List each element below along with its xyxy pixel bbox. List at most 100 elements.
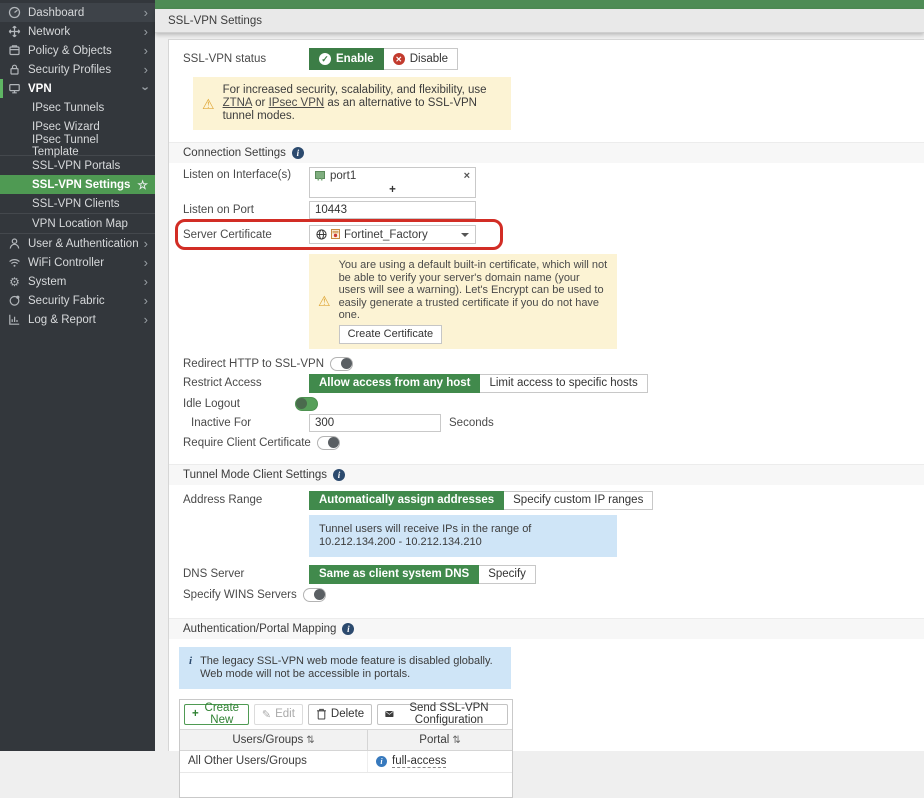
sidebar-item-vpn[interactable]: VPN › xyxy=(0,79,155,98)
envelope-icon xyxy=(385,710,394,718)
fortigate-app: Dashboard › Network › Policy & Objects ›… xyxy=(0,0,924,798)
portal-mapping-header: Authentication/Portal Mapping i xyxy=(169,617,924,639)
listen-port-label: Listen on Port xyxy=(183,204,254,216)
enable-button[interactable]: ✓ Enable xyxy=(309,48,384,70)
sidebar-item-label: User & Authentication xyxy=(28,237,139,250)
ipsec-vpn-link[interactable]: IPsec VPN xyxy=(269,97,325,109)
sidebar-item-dashboard[interactable]: Dashboard › xyxy=(0,3,155,22)
restrict-access-label: Restrict Access xyxy=(183,377,262,389)
interface-picker: port1 × + xyxy=(309,167,476,198)
chevron-right-icon: › xyxy=(143,5,148,20)
chevron-down-icon: › xyxy=(138,86,154,91)
sidebar-item-policy-objects[interactable]: Policy & Objects › xyxy=(0,41,155,60)
info-icon: i xyxy=(342,622,355,635)
auto-assign-button[interactable]: Automatically assign addresses xyxy=(309,490,505,510)
table-row[interactable]: All Other Users/Groups i full-access xyxy=(180,750,512,773)
table-empty-area xyxy=(180,773,512,797)
sidebar: Dashboard › Network › Policy & Objects ›… xyxy=(0,0,155,751)
sidebar-item-label: VPN xyxy=(28,82,52,95)
edit-button[interactable]: ✎ Edit xyxy=(253,703,303,725)
require-client-cert-toggle[interactable] xyxy=(316,435,340,450)
redirect-http-label: Redirect HTTP to SSL-VPN xyxy=(183,357,325,370)
info-icon: i xyxy=(333,468,346,481)
web-mode-notice-text: The legacy SSL-VPN web mode feature is d… xyxy=(200,654,493,680)
connection-settings-header: Connection Settings i xyxy=(169,142,924,163)
sidebar-item-vpn-location-map[interactable]: VPN Location Map xyxy=(0,214,155,233)
create-certificate-button[interactable]: Create Certificate xyxy=(338,324,443,344)
require-client-cert-row: Require Client Certificate xyxy=(169,435,924,450)
trash-icon xyxy=(316,708,326,720)
sidebar-item-system[interactable]: ⚙ System › xyxy=(0,272,155,291)
sidebar-item-sslvpn-settings[interactable]: SSL-VPN Settings ☆ xyxy=(0,175,155,194)
sidebar-item-sslvpn-portals[interactable]: SSL-VPN Portals xyxy=(0,156,155,175)
sidebar-item-user-authentication[interactable]: User & Authentication › xyxy=(0,234,155,253)
remove-interface-icon[interactable]: × xyxy=(464,170,470,182)
custom-ranges-button[interactable]: Specify custom IP ranges xyxy=(504,490,654,510)
certificate-notice: ⚠ You are using a default built-in certi… xyxy=(309,254,617,349)
portal-link[interactable]: full-access xyxy=(392,755,447,768)
limit-hosts-button[interactable]: Limit access to specific hosts xyxy=(480,373,648,393)
gauge-icon xyxy=(7,6,22,19)
add-interface-button[interactable]: + xyxy=(310,184,475,197)
sidebar-item-network[interactable]: Network › xyxy=(0,22,155,41)
ztna-link[interactable]: ZTNA xyxy=(223,97,252,109)
delete-button[interactable]: Delete xyxy=(307,703,373,725)
sidebar-item-security-profiles[interactable]: Security Profiles › xyxy=(0,60,155,79)
certificate-icon xyxy=(331,229,340,239)
disable-button[interactable]: ✕ Disable xyxy=(383,48,459,70)
gear-icon: ⚙ xyxy=(9,274,20,289)
column-header-users-groups[interactable]: Users/Groups ⇅ xyxy=(180,729,368,750)
plus-icon: + xyxy=(192,708,199,720)
sidebar-item-wifi-controller[interactable]: WiFi Controller › xyxy=(0,253,155,272)
listen-port-row: Listen on Port xyxy=(169,201,924,219)
sidebar-item-label: SSL-VPN Settings xyxy=(32,178,131,191)
sidebar-item-label: Security Profiles xyxy=(28,63,112,76)
chevron-right-icon: › xyxy=(143,24,148,39)
specify-wins-toggle[interactable] xyxy=(302,587,326,602)
sidebar-item-ipsec-tunnels[interactable]: IPsec Tunnels xyxy=(0,98,155,117)
edit-label: Edit xyxy=(275,708,295,720)
sidebar-item-label: Policy & Objects xyxy=(28,44,112,57)
send-config-label: Send SSL-VPN Configuration xyxy=(409,702,489,726)
column-label: Portal xyxy=(419,733,450,746)
create-new-button[interactable]: + Create New xyxy=(184,702,249,726)
monitor-icon xyxy=(7,82,22,95)
caret-down-icon xyxy=(461,232,469,237)
certificate-notice-body: You are using a default built-in certifi… xyxy=(338,259,608,344)
table-header: Users/Groups ⇅ Portal ⇅ xyxy=(180,729,512,751)
dns-server-row: DNS Server Same as client system DNS Spe… xyxy=(169,564,924,584)
sidebar-item-ipsec-tunnel-template[interactable]: IPsec Tunnel Template xyxy=(0,134,155,158)
allow-any-host-button[interactable]: Allow access from any host xyxy=(309,373,481,393)
sidebar-item-label: System xyxy=(28,275,67,288)
star-icon[interactable]: ☆ xyxy=(137,178,148,192)
sidebar-item-sslvpn-clients[interactable]: SSL-VPN Clients xyxy=(0,194,155,213)
notice-text: or xyxy=(251,97,269,109)
sidebar-item-security-fabric[interactable]: Security Fabric › xyxy=(0,291,155,310)
same-as-client-dns-button[interactable]: Same as client system DNS xyxy=(309,564,480,584)
idle-logout-toggle[interactable] xyxy=(295,396,318,411)
specify-dns-button[interactable]: Specify xyxy=(479,564,536,584)
listen-port-input[interactable] xyxy=(309,201,476,219)
server-certificate-select[interactable]: Fortinet_Factory xyxy=(309,225,476,244)
section-title: Tunnel Mode Client Settings xyxy=(183,468,328,481)
send-config-button[interactable]: Send SSL-VPN Configuration xyxy=(377,702,508,726)
chevron-right-icon: › xyxy=(143,236,148,251)
redirect-http-toggle[interactable] xyxy=(330,356,354,371)
ip-range-notice: Tunnel users will receive IPs in the ran… xyxy=(309,514,617,557)
web-mode-notice: i The legacy SSL-VPN web mode feature is… xyxy=(179,646,511,689)
require-client-cert-label: Require Client Certificate xyxy=(183,436,311,449)
sidebar-item-log-report[interactable]: Log & Report › xyxy=(0,310,155,329)
content-area: SSL-VPN status ✓ Enable ✕ Disable ⚠ For … xyxy=(155,33,924,798)
users-groups-cell: All Other Users/Groups xyxy=(180,750,368,772)
globe-icon xyxy=(316,229,327,240)
restrict-access-segmented: Allow access from any host Limit access … xyxy=(309,373,648,393)
warning-icon: ⚠ xyxy=(318,293,331,310)
sidebar-item-label: Network xyxy=(28,25,71,38)
page-tab-title[interactable]: SSL-VPN Settings xyxy=(168,15,262,27)
dns-server-segmented: Same as client system DNS Specify xyxy=(309,564,536,584)
column-header-portal[interactable]: Portal ⇅ xyxy=(368,730,512,750)
ztna-notice: ⚠ For increased security, scalability, a… xyxy=(193,77,511,130)
inactive-for-input[interactable] xyxy=(309,413,441,432)
redirect-http-row: Redirect HTTP to SSL-VPN xyxy=(169,356,924,371)
check-circle-icon: ✓ xyxy=(319,53,331,65)
